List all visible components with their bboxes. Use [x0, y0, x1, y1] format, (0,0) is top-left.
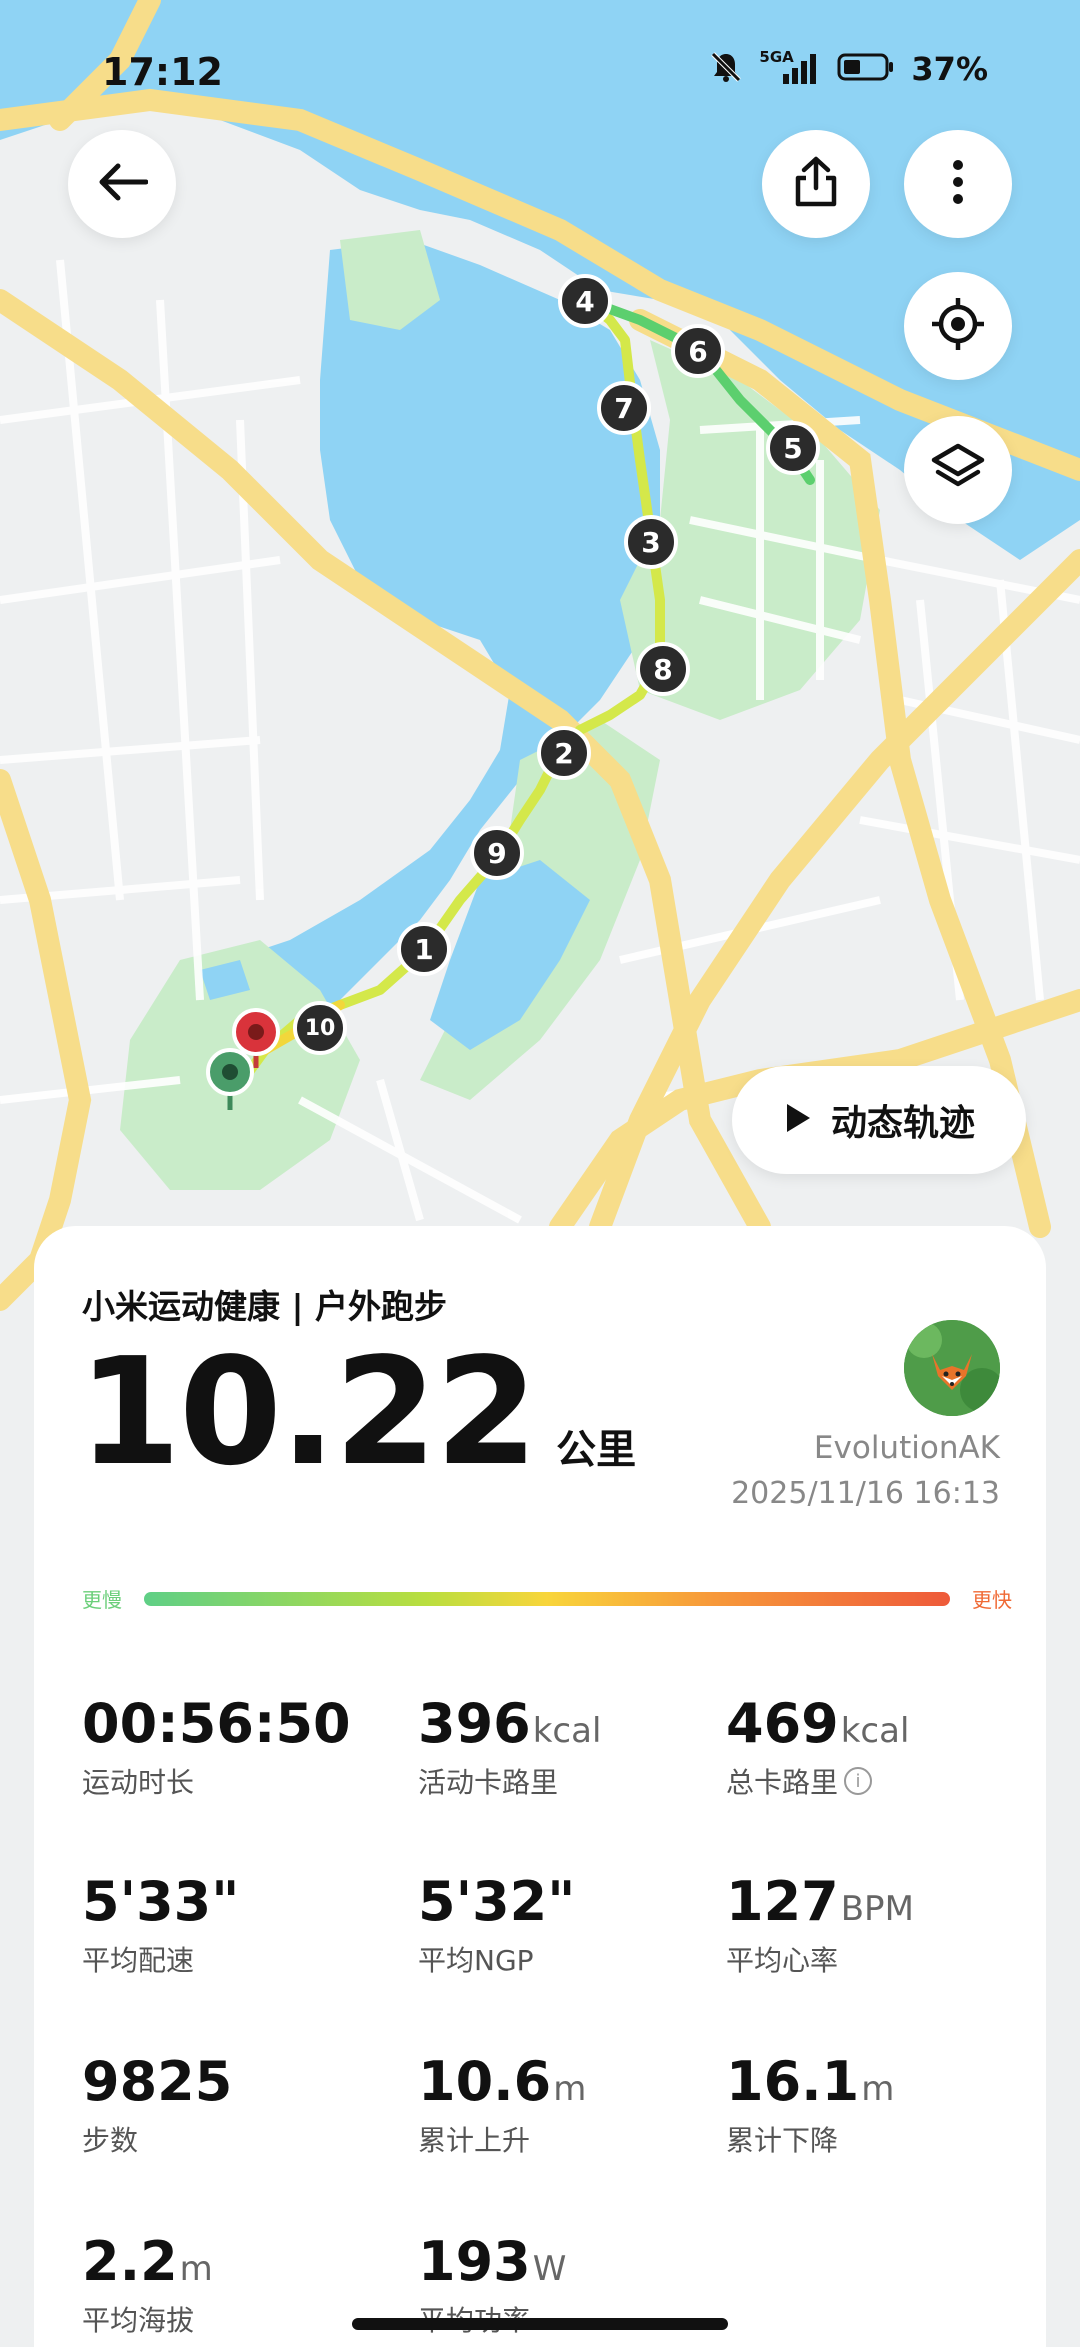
avatar[interactable]: [904, 1320, 1000, 1416]
km-marker-label: 8: [653, 652, 673, 686]
home-indicator[interactable]: [352, 2318, 728, 2330]
stat-label: 步数: [82, 2124, 139, 2157]
stat-value: 469: [726, 1692, 839, 1755]
pace-legend: 更慢 更快: [82, 1578, 1012, 1618]
locate-icon: [928, 294, 988, 358]
status-icons: 5GA 37%: [709, 48, 988, 88]
stat-value: 9825: [82, 2050, 233, 2113]
stat-value: 2.2: [82, 2230, 178, 2293]
stat-unit: kcal: [532, 1711, 602, 1751]
route-km-marker[interactable]: 3: [624, 515, 678, 569]
stat-value: 193: [418, 2230, 531, 2293]
stat-total-calories: 469kcal 总卡路里 i: [726, 1692, 909, 1801]
screen: 1 2 3 4 5 6 7 8 9 10 17:12 5GA 37% 动态轨迹 …: [0, 0, 1080, 2347]
layers-icon: [930, 440, 986, 500]
stat-value: 16.1: [726, 2050, 860, 2113]
stat-steps: 9825 步数: [82, 2050, 234, 2159]
stat-unit: W: [532, 2249, 567, 2289]
route-km-marker[interactable]: 6: [671, 324, 725, 378]
stat-avg-pace: 5'33" 平均配速: [82, 1870, 241, 1979]
workout-title: 小米运动健康 | 户外跑步: [82, 1287, 448, 1326]
km-marker-label: 9: [487, 836, 507, 870]
bell-muted-icon: [709, 50, 743, 88]
route-km-marker[interactable]: 8: [636, 642, 690, 696]
route-km-marker[interactable]: 1: [397, 922, 451, 976]
stat-avg-heart-rate: 127BPM 平均心率: [726, 1870, 914, 1979]
status-time: 17:12: [102, 50, 223, 94]
stat-value: 5'32": [418, 1870, 576, 1933]
layers-button[interactable]: [904, 416, 1012, 524]
km-marker-label: 1: [414, 932, 434, 966]
battery-icon: [837, 52, 895, 86]
more-button[interactable]: [904, 130, 1012, 238]
share-button[interactable]: [762, 130, 870, 238]
stat-active-calories: 396kcal 活动卡路里: [418, 1692, 601, 1801]
pace-fast-label: 更快: [972, 1588, 1012, 1612]
km-marker-label: 2: [554, 736, 574, 770]
back-arrow-icon: [96, 162, 149, 206]
stat-value: 5'33": [82, 1870, 240, 1933]
locate-button[interactable]: [904, 272, 1012, 380]
share-icon: [792, 156, 840, 212]
battery-percent: 37%: [911, 50, 988, 88]
stat-value: 10.6: [418, 2050, 552, 2113]
route-km-marker[interactable]: 5: [766, 421, 820, 475]
pace-slow-label: 更慢: [82, 1588, 122, 1612]
stat-value: 127: [726, 1870, 839, 1933]
stat-label: 平均配速: [82, 1944, 195, 1977]
signal-icon: 5GA: [759, 48, 821, 86]
route-km-marker[interactable]: 4: [558, 274, 612, 328]
dynamic-track-label: 动态轨迹: [830, 1103, 975, 1144]
stat-label: 平均NGP: [418, 1944, 534, 1977]
stat-avg-altitude: 2.2m 平均海拔: [82, 2230, 213, 2339]
username: EvolutionAK: [813, 1430, 1000, 1466]
stat-duration: 00:56:50 运动时长: [82, 1692, 353, 1801]
pace-gradient-bar: [144, 1592, 950, 1606]
stat-label: 运动时长: [82, 1766, 195, 1799]
km-marker-label: 4: [575, 284, 595, 318]
distance-unit: 公里: [556, 1427, 637, 1473]
stat-unit: m: [179, 2249, 213, 2289]
km-marker-label: 3: [641, 525, 661, 559]
distance-value: 10.22: [78, 1326, 538, 1498]
back-button[interactable]: [68, 130, 176, 238]
stat-label: 累计下降: [726, 2124, 839, 2157]
stat-label: 累计上升: [418, 2124, 531, 2157]
stat-label: 平均心率: [726, 1944, 839, 1977]
stat-label: 活动卡路里: [418, 1766, 559, 1799]
km-marker-label: 10: [304, 1015, 336, 1041]
more-vertical-icon: [951, 159, 965, 209]
stat-total-descent: 16.1m 累计下降: [726, 2050, 894, 2159]
fox-avatar-icon: [904, 1320, 1000, 1416]
info-icon[interactable]: i: [844, 1767, 873, 1795]
stat-unit: m: [553, 2069, 587, 2109]
route-km-marker[interactable]: 2: [537, 726, 591, 780]
km-marker-label: 6: [688, 334, 708, 368]
km-marker-label: 5: [783, 431, 803, 465]
stat-label: 平均海拔: [82, 2304, 195, 2337]
stat-label: 总卡路里: [726, 1766, 839, 1799]
stat-unit: m: [861, 2069, 895, 2109]
stat-unit: BPM: [840, 1889, 914, 1929]
stat-value: 00:56:50: [82, 1692, 351, 1755]
workout-datetime: 2025/11/16 16:13: [731, 1476, 1000, 1511]
stat-value: 396: [418, 1692, 531, 1755]
distance: 10.22 公里: [78, 1326, 636, 1498]
dynamic-track-button[interactable]: 动态轨迹: [732, 1066, 1026, 1174]
play-icon: [783, 1101, 813, 1139]
status-bar: 17:12 5GA 37%: [0, 0, 1080, 140]
route-km-marker[interactable]: 7: [597, 381, 651, 435]
stat-unit: kcal: [840, 1711, 910, 1751]
stat-total-ascent: 10.6m 累计上升: [418, 2050, 586, 2159]
km-marker-label: 7: [614, 391, 634, 425]
stat-avg-ngp: 5'32" 平均NGP: [418, 1870, 577, 1979]
workout-summary-card: 小米运动健康 | 户外跑步 10.22 公里 EvolutionAK 2025/…: [34, 1226, 1046, 2347]
route-km-marker[interactable]: 10: [293, 1001, 347, 1055]
route-km-marker[interactable]: 9: [470, 826, 524, 880]
